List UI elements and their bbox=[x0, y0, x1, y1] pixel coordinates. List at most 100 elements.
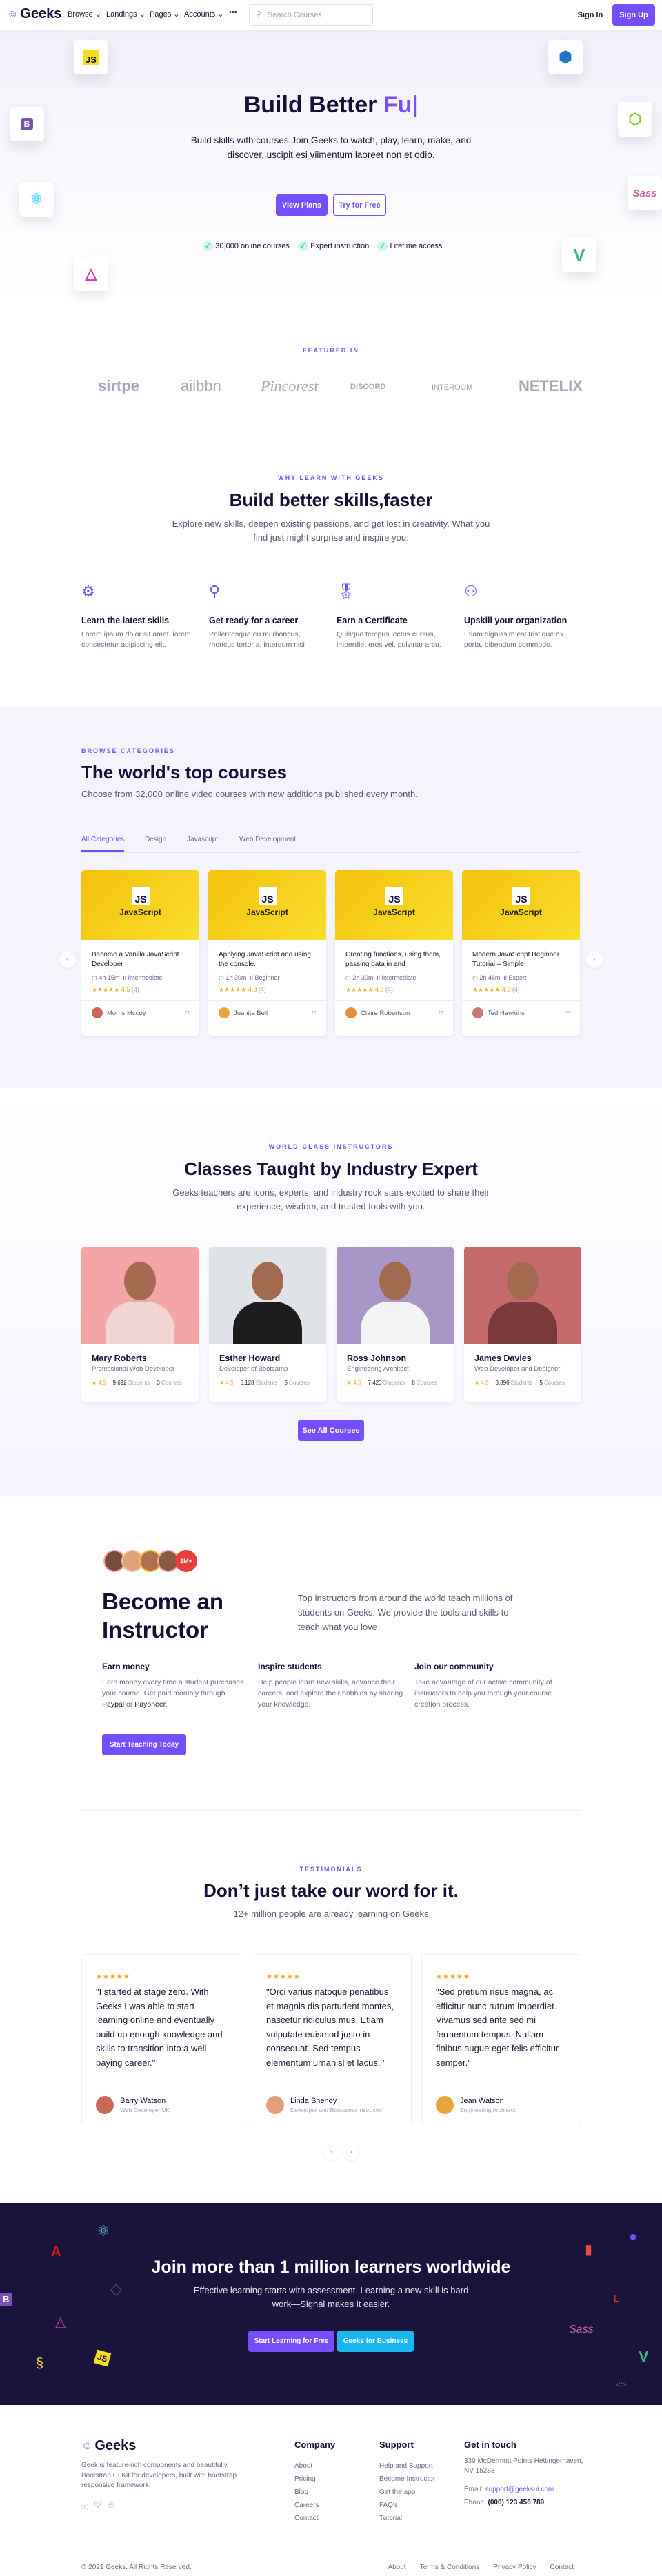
github-icon[interactable]: ◎ bbox=[108, 2502, 114, 2512]
view-plans-button[interactable]: View Plans bbox=[276, 194, 328, 216]
clock-icon: ◷ bbox=[472, 974, 478, 981]
author-name: Claire Robertson bbox=[361, 1009, 410, 1017]
footer-link[interactable]: Tutorial bbox=[379, 2512, 435, 2525]
logo-sirtpe: sirtpe bbox=[98, 377, 139, 394]
course-title[interactable]: Applying JavaScript and using the consol… bbox=[208, 940, 326, 972]
star-icon: ★★★★★ bbox=[219, 986, 247, 993]
footer-link[interactable]: About bbox=[388, 2561, 405, 2574]
webpack-icon: ⬢ bbox=[548, 40, 583, 74]
bookmark-icon[interactable]: ⌑ bbox=[566, 1009, 570, 1017]
avatar bbox=[266, 2096, 284, 2114]
why-label: WHY LEARN WITH GEEKS bbox=[278, 474, 384, 481]
avatar bbox=[436, 2096, 454, 2114]
check-icon: ✓ bbox=[377, 241, 388, 251]
nav-pages[interactable]: Pages ⌄ bbox=[150, 10, 179, 19]
sign-in-button[interactable]: Sign In bbox=[570, 4, 611, 26]
footer-bottom-links: About Terms & Conditions Privacy Policy Con… bbox=[388, 2561, 574, 2574]
hero-subtitle: Build skills with courses Join Geeks to … bbox=[190, 135, 472, 160]
footer-link[interactable]: Terms & Conditions bbox=[420, 2561, 480, 2574]
vue-icon: V bbox=[562, 238, 596, 272]
gulp-icon: ▮ bbox=[585, 2242, 593, 2257]
bookmark-icon[interactable]: ⌑ bbox=[312, 1009, 316, 1017]
footer-link[interactable]: Help and Support bbox=[379, 2459, 435, 2473]
geeks-for-business-button[interactable]: Geeks for Business bbox=[337, 2331, 414, 2352]
logo-interoom: INTEROOM bbox=[432, 383, 473, 392]
footer-link[interactable]: About bbox=[294, 2459, 335, 2473]
carousel-prev-button[interactable]: ‹ bbox=[59, 952, 76, 968]
instructor-role: Developer of Bootcamp bbox=[219, 1365, 288, 1373]
level-bars-icon: ıl bbox=[123, 974, 126, 981]
footer-link[interactable]: Privacy Policy bbox=[493, 2561, 536, 2574]
instructor-rating: ★ 4.5 bbox=[474, 1380, 489, 1386]
course-title[interactable]: Modern JavaScript Beginner Tutorial – Si… bbox=[462, 940, 580, 972]
start-teaching-button[interactable]: Start Teaching Today bbox=[102, 1734, 186, 1755]
instructor-photo bbox=[209, 1247, 326, 1344]
footer-link[interactable]: Blog bbox=[294, 2486, 335, 2499]
star-icon: ★★★★★ bbox=[345, 986, 374, 993]
feature-inspire-students: Inspire students Help people learn new sk… bbox=[258, 1662, 403, 1709]
javascript-icon: JS bbox=[512, 887, 530, 905]
course-title[interactable]: Creating functions, using them, passing … bbox=[335, 940, 453, 972]
bootstrap-icon: B bbox=[0, 2293, 12, 2306]
footer-contact: Get in touch 339 McDermott Points Hettin… bbox=[464, 2439, 583, 2506]
course-card[interactable]: JS JavaScript Modern JavaScript Beginner … bbox=[462, 870, 580, 1036]
gatsby-icon: ● bbox=[629, 2229, 638, 2244]
carousel-next-button[interactable]: › bbox=[586, 952, 603, 968]
footer-link[interactable]: Pricing bbox=[294, 2473, 335, 2486]
footer-link[interactable]: FAQ's bbox=[379, 2499, 435, 2512]
brand-logo[interactable]: ☺ Geeks bbox=[7, 6, 61, 22]
author-name: Ted Hawkins bbox=[488, 1009, 525, 1017]
instructor-card[interactable]: Esther Howard Developer of Bootcamp ★ 4.… bbox=[209, 1247, 326, 1402]
footer-link[interactable]: Contact bbox=[294, 2512, 335, 2525]
sass-icon: Sass bbox=[628, 176, 662, 210]
check-icon: ✓ bbox=[297, 241, 309, 251]
graphql-icon: △ bbox=[55, 2315, 66, 2330]
footer-link[interactable]: Contact bbox=[550, 2561, 574, 2574]
tab-all-categories[interactable]: All Categories bbox=[81, 836, 125, 852]
javascript-icon: JS bbox=[385, 887, 403, 905]
course-card[interactable]: JS JavaScript Become a Vanilla JavaScript… bbox=[81, 870, 199, 1036]
nav-browse[interactable]: Browse ⌄ bbox=[68, 10, 101, 19]
search-input[interactable]: ⚲ Search Courses bbox=[249, 4, 373, 26]
footer-link[interactable]: Become Instructor bbox=[379, 2473, 435, 2486]
courses-title: The world's top courses bbox=[81, 762, 288, 783]
instructor-card[interactable]: James Davies Web Developer and Designer … bbox=[464, 1247, 581, 1402]
tab-web-development[interactable]: Web Development bbox=[239, 836, 296, 843]
bookmark-icon[interactable]: ⌑ bbox=[439, 1009, 443, 1017]
testimonial-card: ★★★★★ "I started at stage zero. With Gee… bbox=[81, 1954, 241, 2124]
try-free-button[interactable]: Try for Free bbox=[333, 194, 386, 216]
course-title[interactable]: Become a Vanilla JavaScript Developer bbox=[81, 940, 199, 972]
nav-landings[interactable]: Landings ⌄ bbox=[106, 10, 146, 19]
facebook-icon[interactable]: ⓕ bbox=[81, 2502, 88, 2512]
footer-link[interactable]: Careers bbox=[294, 2499, 335, 2512]
testimonial-next-button[interactable]: › bbox=[343, 2144, 359, 2160]
tab-javascript[interactable]: Javascript bbox=[187, 836, 218, 843]
email-link[interactable]: support@geeksui.com bbox=[485, 2486, 554, 2493]
instructor-name: Ross Johnson bbox=[347, 1354, 407, 1363]
cta-text: Effective learning starts with assessmen… bbox=[193, 2285, 469, 2309]
instructor-card[interactable]: Ross Johnson Engineering Architect ★ 4.5… bbox=[337, 1247, 454, 1402]
level-bars-icon: ıl bbox=[377, 974, 380, 981]
footer-link[interactable]: Get the app bbox=[379, 2486, 435, 2499]
reviewer-role: Engineering Architect bbox=[460, 2106, 516, 2113]
reviewer-name: Jean Watson bbox=[460, 2097, 504, 2105]
course-card[interactable]: JS JavaScript Creating functions, using t… bbox=[335, 870, 453, 1036]
footer-logo[interactable]: ☺ Geeks bbox=[81, 2438, 136, 2454]
tab-design[interactable]: Design bbox=[145, 836, 166, 843]
testimonial-prev-button[interactable]: ‹ bbox=[323, 2144, 340, 2160]
javascript-icon: JS bbox=[132, 887, 150, 905]
nav-accounts[interactable]: Accounts ⌄ bbox=[184, 10, 224, 19]
instructor-avatars: 1M+ bbox=[103, 1550, 197, 1572]
twitter-icon[interactable]: 🐦︎ bbox=[94, 2502, 103, 2512]
more-menu-icon[interactable]: ••• bbox=[229, 8, 237, 17]
see-all-courses-button[interactable]: See All Courses bbox=[298, 1420, 364, 1441]
instructor-rating: ★ 4.5 bbox=[219, 1380, 234, 1386]
course-card[interactable]: JS JavaScript Applying JavaScript and usi… bbox=[208, 870, 326, 1036]
instructor-card[interactable]: Mary Roberts Professional Web Developer … bbox=[81, 1247, 199, 1402]
bookmark-icon[interactable]: ⌑ bbox=[185, 1009, 189, 1017]
level-bars-icon: ıl bbox=[503, 974, 507, 981]
sign-up-button[interactable]: Sign Up bbox=[612, 4, 655, 26]
start-learning-button[interactable]: Start Learning for Free bbox=[248, 2331, 334, 2352]
clock-icon: ◷ bbox=[219, 974, 224, 981]
cta-title: Join more than 1 million learners worldw… bbox=[151, 2257, 511, 2277]
